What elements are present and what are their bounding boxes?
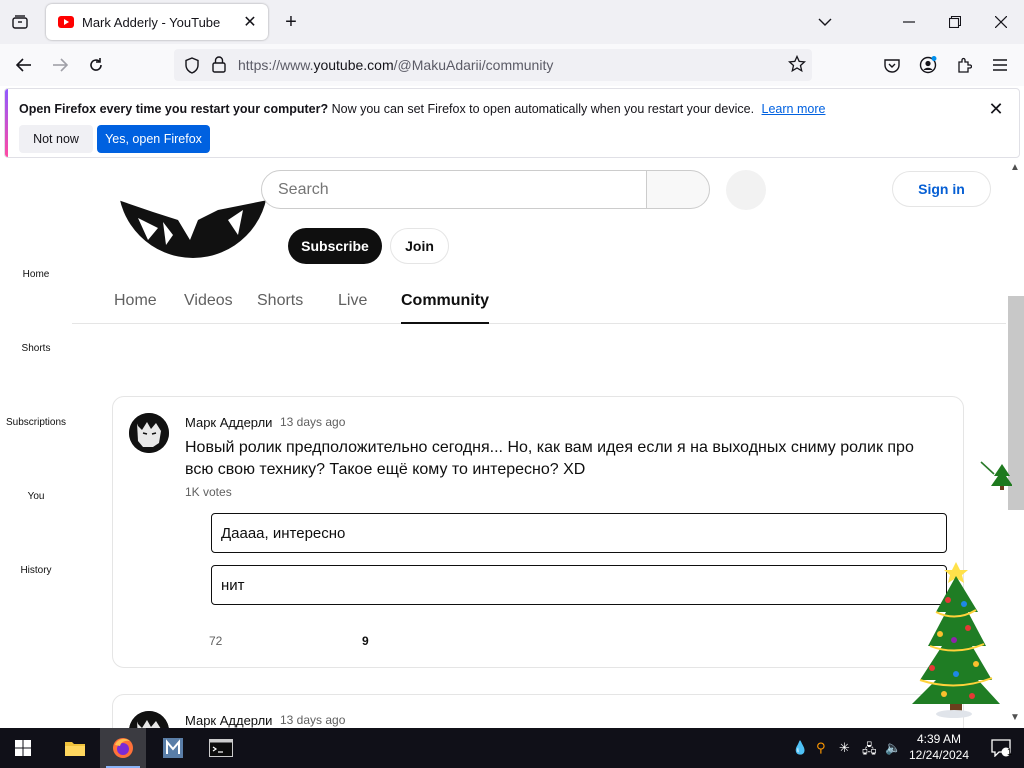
channel-avatar[interactable]	[118, 160, 268, 258]
post-author[interactable]: Марк Аддерли	[185, 713, 272, 728]
hamburger-menu-icon[interactable]	[986, 51, 1014, 79]
christmas-tree-decoration	[906, 556, 1002, 725]
voice-search-button[interactable]	[726, 170, 766, 210]
clock-date: 12/24/2024	[908, 748, 970, 762]
poll-votes: 1K votes	[185, 485, 232, 499]
learn-more-link[interactable]: Learn more	[762, 102, 826, 116]
poll-option[interactable]: Даааа, интересно	[211, 513, 947, 553]
back-arrow-icon[interactable]	[10, 51, 38, 79]
notification-text: Now you can set Firefox to open automati…	[331, 102, 755, 116]
new-tab-button[interactable]: +	[278, 9, 304, 35]
search-input[interactable]: Search	[261, 170, 647, 209]
terminal-taskbar-icon[interactable]	[198, 728, 244, 768]
tab-shorts[interactable]: Shorts	[257, 292, 303, 310]
post-text: Новый ролик предположительно сегодня... …	[185, 439, 914, 478]
tracking-protection-shield-icon[interactable]	[184, 57, 200, 79]
sidebar-item-subscriptions[interactable]: Subscriptions	[0, 417, 72, 428]
forward-arrow-icon[interactable]	[46, 51, 74, 79]
reload-icon[interactable]	[82, 51, 110, 79]
windows-taskbar: 💧 ⚲ ✳ 🖧 🔈 4:39 AM 12/24/2024 1	[0, 728, 1024, 768]
notification-bold-text: Open Firefox every time you restart your…	[19, 102, 329, 116]
scroll-down-arrow-icon[interactable]: ▼	[1010, 712, 1020, 723]
minimize-button[interactable]	[886, 0, 932, 44]
small-christmas-tree-decoration	[980, 460, 1013, 497]
bookmark-star-icon[interactable]	[787, 54, 807, 78]
community-post: Марк Аддерли 13 days ago Новый ролик пре…	[112, 396, 964, 668]
post-time[interactable]: 13 days ago	[280, 713, 345, 727]
tab-live[interactable]: Live	[338, 292, 367, 310]
notification-count: 1	[1007, 747, 1013, 757]
yes-open-firefox-button[interactable]: Yes, open Firefox	[97, 125, 210, 153]
tab-youtube[interactable]: Mark Adderly - YouTube ✕	[46, 4, 268, 40]
notification-message: Open Firefox every time you restart your…	[19, 102, 825, 116]
post-time[interactable]: 13 days ago	[280, 415, 345, 429]
search-button[interactable]	[646, 170, 710, 209]
youtube-page: Search Sign in Subscribe Join Home Short…	[0, 160, 1024, 728]
address-bar[interactable]: https://www.youtube.com/@MakuAdarii/comm…	[174, 49, 812, 81]
sparkle-tray-icon[interactable]: ✳	[839, 740, 850, 756]
author-avatar[interactable]	[129, 711, 169, 728]
sidebar-item-shorts[interactable]: Shorts	[0, 343, 72, 354]
comment-count[interactable]: 9	[362, 634, 369, 648]
network-tray-icon[interactable]: 🖧	[862, 740, 877, 762]
url-prefix: https://www.	[238, 57, 314, 73]
sidebar-item-history[interactable]: History	[0, 565, 72, 576]
tab-home[interactable]: Home	[114, 292, 157, 310]
channel-tabs: Home Videos Shorts Live Community	[72, 278, 1008, 324]
post-author[interactable]: Марк Аддерли	[185, 415, 272, 430]
file-explorer-icon[interactable]	[52, 728, 98, 768]
volume-muted-tray-icon[interactable]: 🔈	[885, 740, 901, 756]
list-all-tabs-chevron-icon[interactable]	[802, 0, 848, 44]
sidebar-item-home[interactable]: Home	[0, 269, 72, 280]
account-icon[interactable]	[914, 51, 942, 79]
search-placeholder: Search	[278, 181, 329, 198]
pocket-icon[interactable]	[878, 51, 906, 79]
app-taskbar-icon[interactable]	[150, 728, 196, 768]
padlock-icon[interactable]	[212, 56, 226, 78]
page-scrollbar[interactable]: ▲ ▼	[1006, 160, 1024, 728]
clock-time: 4:39 AM	[916, 732, 962, 746]
close-notification-icon[interactable]: ✕	[985, 98, 1007, 120]
url-path: /@MakuAdarii/community	[393, 57, 554, 73]
subscribe-button[interactable]: Subscribe	[288, 228, 382, 264]
youtube-favicon-icon	[58, 16, 74, 28]
sign-in-button[interactable]: Sign in	[892, 171, 991, 207]
not-now-button[interactable]: Not now	[19, 125, 93, 153]
maximize-button[interactable]	[932, 0, 978, 44]
url-text[interactable]: https://www.youtube.com/@MakuAdarii/comm…	[238, 57, 553, 73]
url-host: youtube.com	[313, 57, 394, 73]
sign-in-label: Sign in	[918, 181, 965, 197]
tab-community[interactable]: Community	[401, 292, 489, 324]
poll-option[interactable]: нит	[211, 565, 947, 605]
tab-list-icon[interactable]	[6, 9, 34, 35]
system-clock[interactable]: 4:39 AM 12/24/2024	[904, 731, 974, 763]
join-button[interactable]: Join	[390, 228, 449, 264]
start-windows-icon[interactable]	[0, 728, 46, 768]
default-browser-notification-bar: Open Firefox every time you restart your…	[4, 88, 1020, 158]
extensions-icon[interactable]	[950, 51, 978, 79]
droplet-tray-icon[interactable]: 💧	[792, 740, 808, 756]
firefox-taskbar-icon[interactable]	[100, 728, 146, 768]
community-post: Марк Аддерли 13 days ago	[112, 694, 964, 728]
tab-bar: Mark Adderly - YouTube ✕ +	[0, 0, 1024, 44]
tab-videos[interactable]: Videos	[184, 292, 233, 310]
like-count: 72	[209, 634, 223, 648]
search-tray-icon[interactable]: ⚲	[816, 740, 826, 756]
author-avatar[interactable]	[129, 413, 169, 453]
sidebar-item-you[interactable]: You	[0, 491, 72, 502]
scroll-up-arrow-icon[interactable]: ▲	[1010, 162, 1020, 173]
navigation-toolbar: https://www.youtube.com/@MakuAdarii/comm…	[0, 44, 1024, 86]
close-window-button[interactable]	[978, 0, 1024, 44]
tab-title: Mark Adderly - YouTube	[82, 14, 221, 30]
close-tab-icon[interactable]: ✕	[240, 12, 260, 32]
action-center-icon[interactable]: 1	[978, 728, 1024, 768]
